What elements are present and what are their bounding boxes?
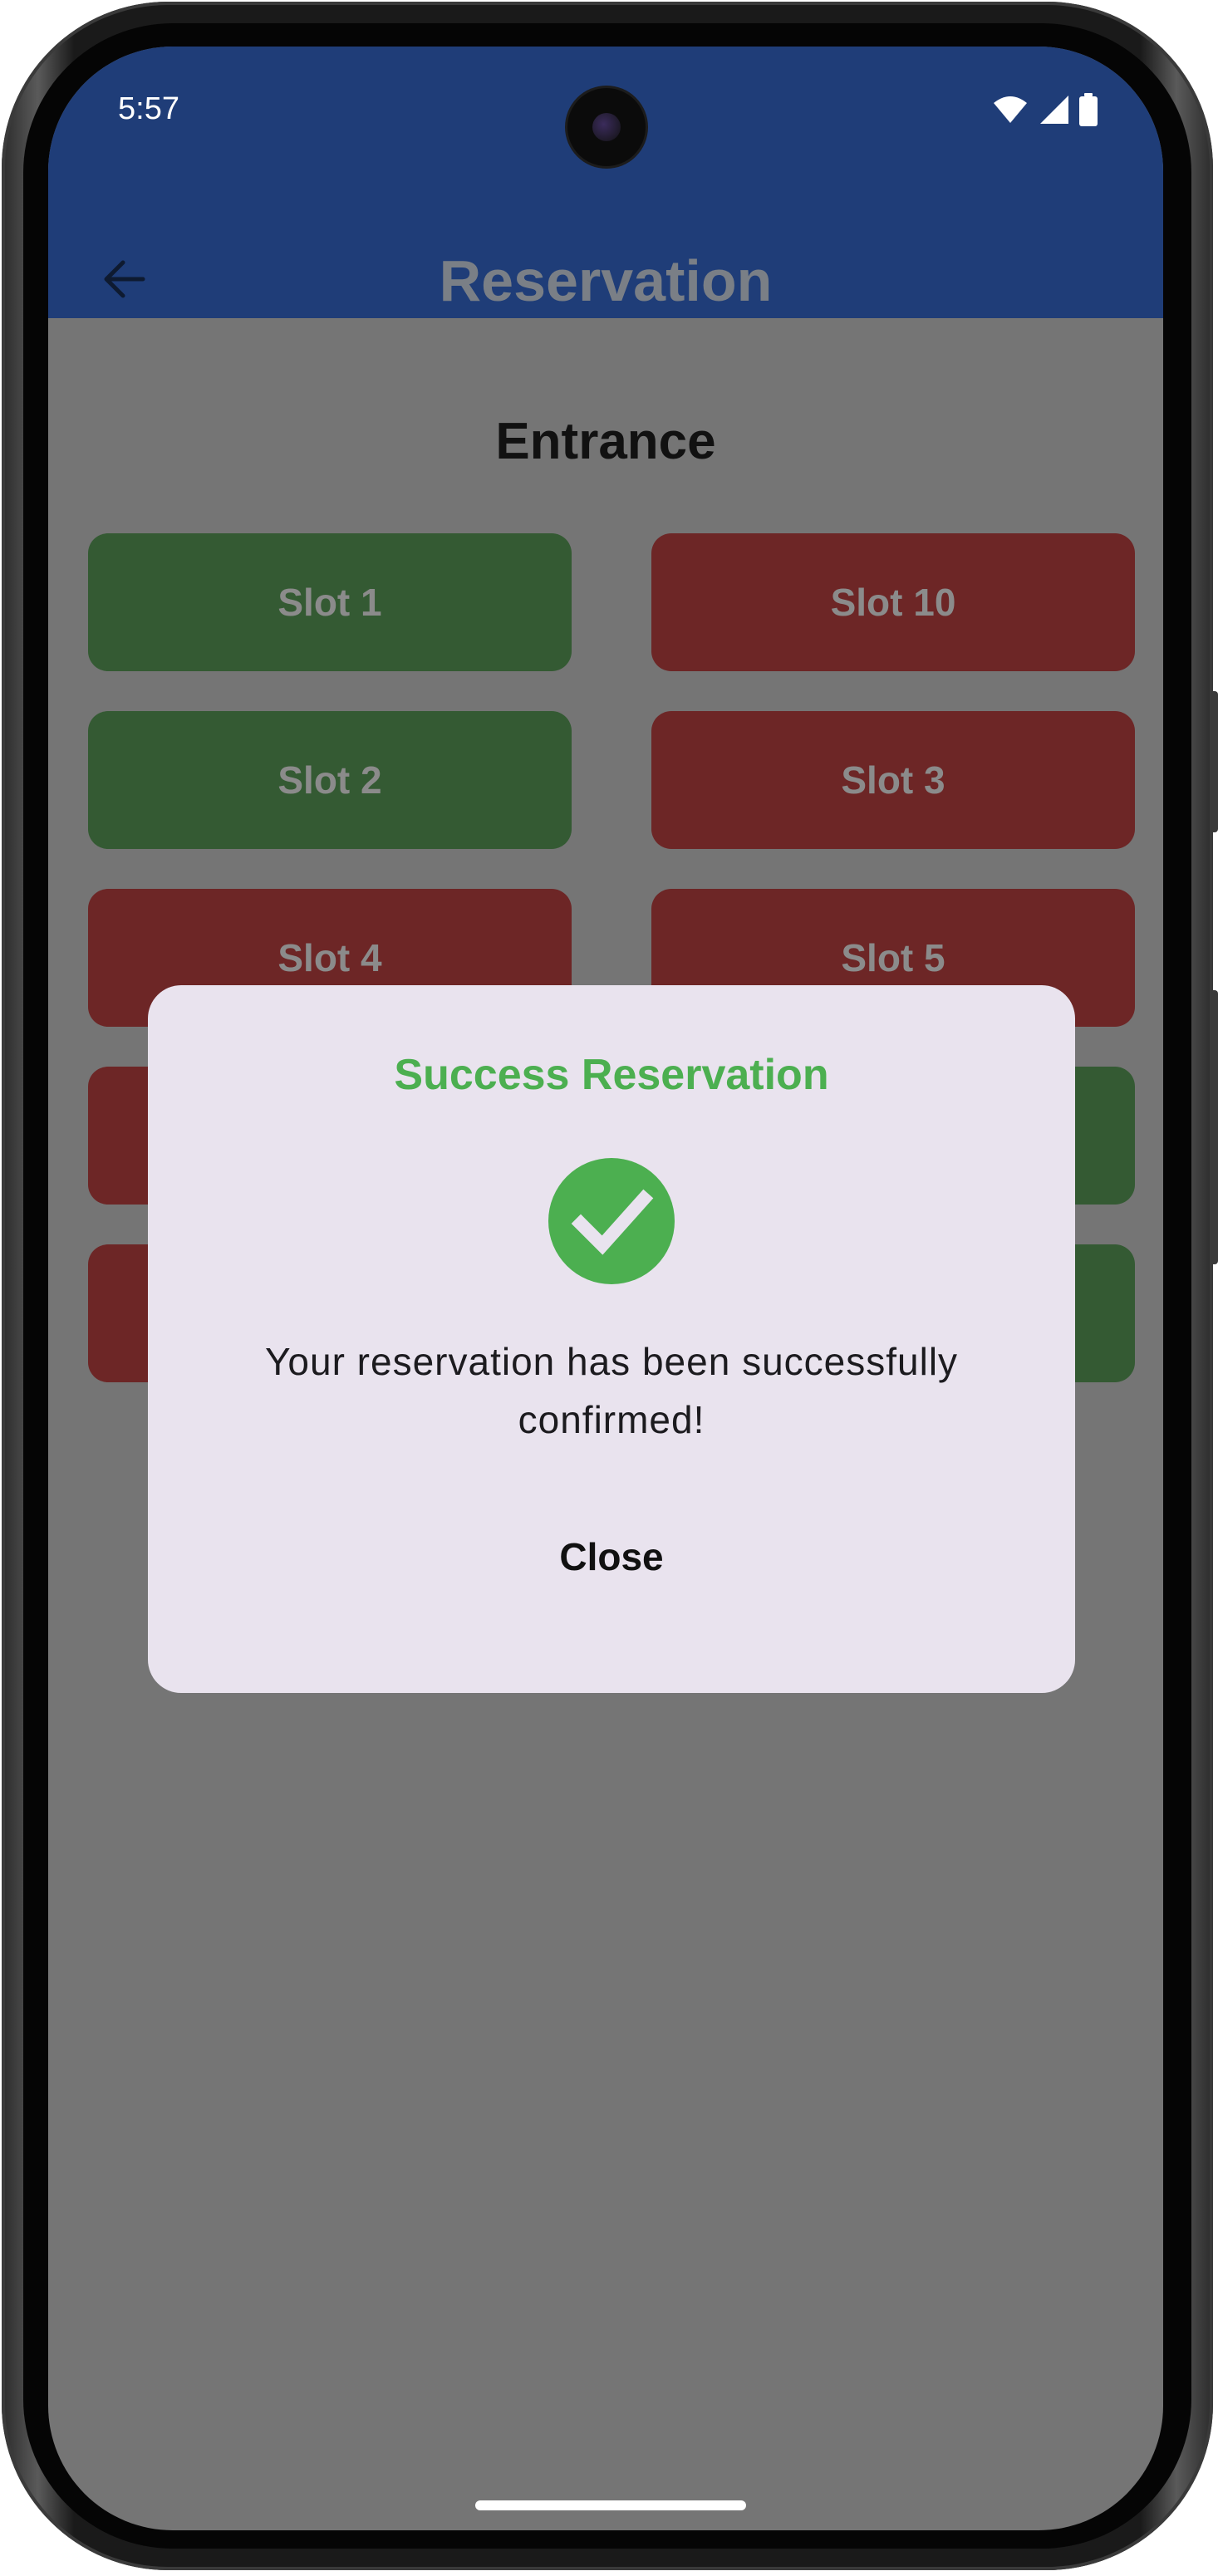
dialog-title: Success Reservation (394, 1051, 829, 1099)
slot-label: Slot 5 (841, 936, 945, 979)
slot-2-button[interactable]: Slot 2 (88, 711, 572, 849)
success-dialog: Success Reservation Your reservation has… (148, 985, 1075, 1693)
slot-1-button[interactable]: Slot 1 (88, 533, 572, 671)
page-title: Reservation (439, 248, 773, 313)
battery-icon (1079, 93, 1098, 126)
slot-label: Slot 3 (841, 758, 945, 802)
status-time: 5:57 (118, 91, 179, 126)
dialog-message: Your reservation has been successfully c… (264, 1340, 959, 1441)
slot-label: Slot 10 (830, 581, 956, 624)
front-camera (567, 88, 646, 166)
volume-button (1210, 691, 1218, 832)
slot-3-button[interactable]: Slot 3 (651, 711, 1135, 849)
close-button[interactable]: Close (512, 1515, 711, 1598)
checkmark-icon (571, 1189, 654, 1255)
slot-10-button[interactable]: Slot 10 (651, 533, 1135, 671)
slot-label: Slot 1 (277, 581, 382, 624)
check-circle-icon (548, 1158, 675, 1284)
power-button (1210, 990, 1218, 1264)
section-title: Entrance (495, 413, 716, 470)
app-bar: 5:57 Reservation (48, 47, 1163, 318)
home-indicator[interactable] (475, 2500, 746, 2510)
wifi-icon (994, 96, 1027, 123)
status-icons (992, 93, 1098, 126)
slot-label: Slot 4 (277, 936, 382, 979)
screen: 5:57 Reservation Entrance Slot 1 Slot 10 (48, 47, 1163, 2530)
slot-label: Slot 2 (277, 758, 382, 802)
signal-icon (1040, 96, 1068, 124)
